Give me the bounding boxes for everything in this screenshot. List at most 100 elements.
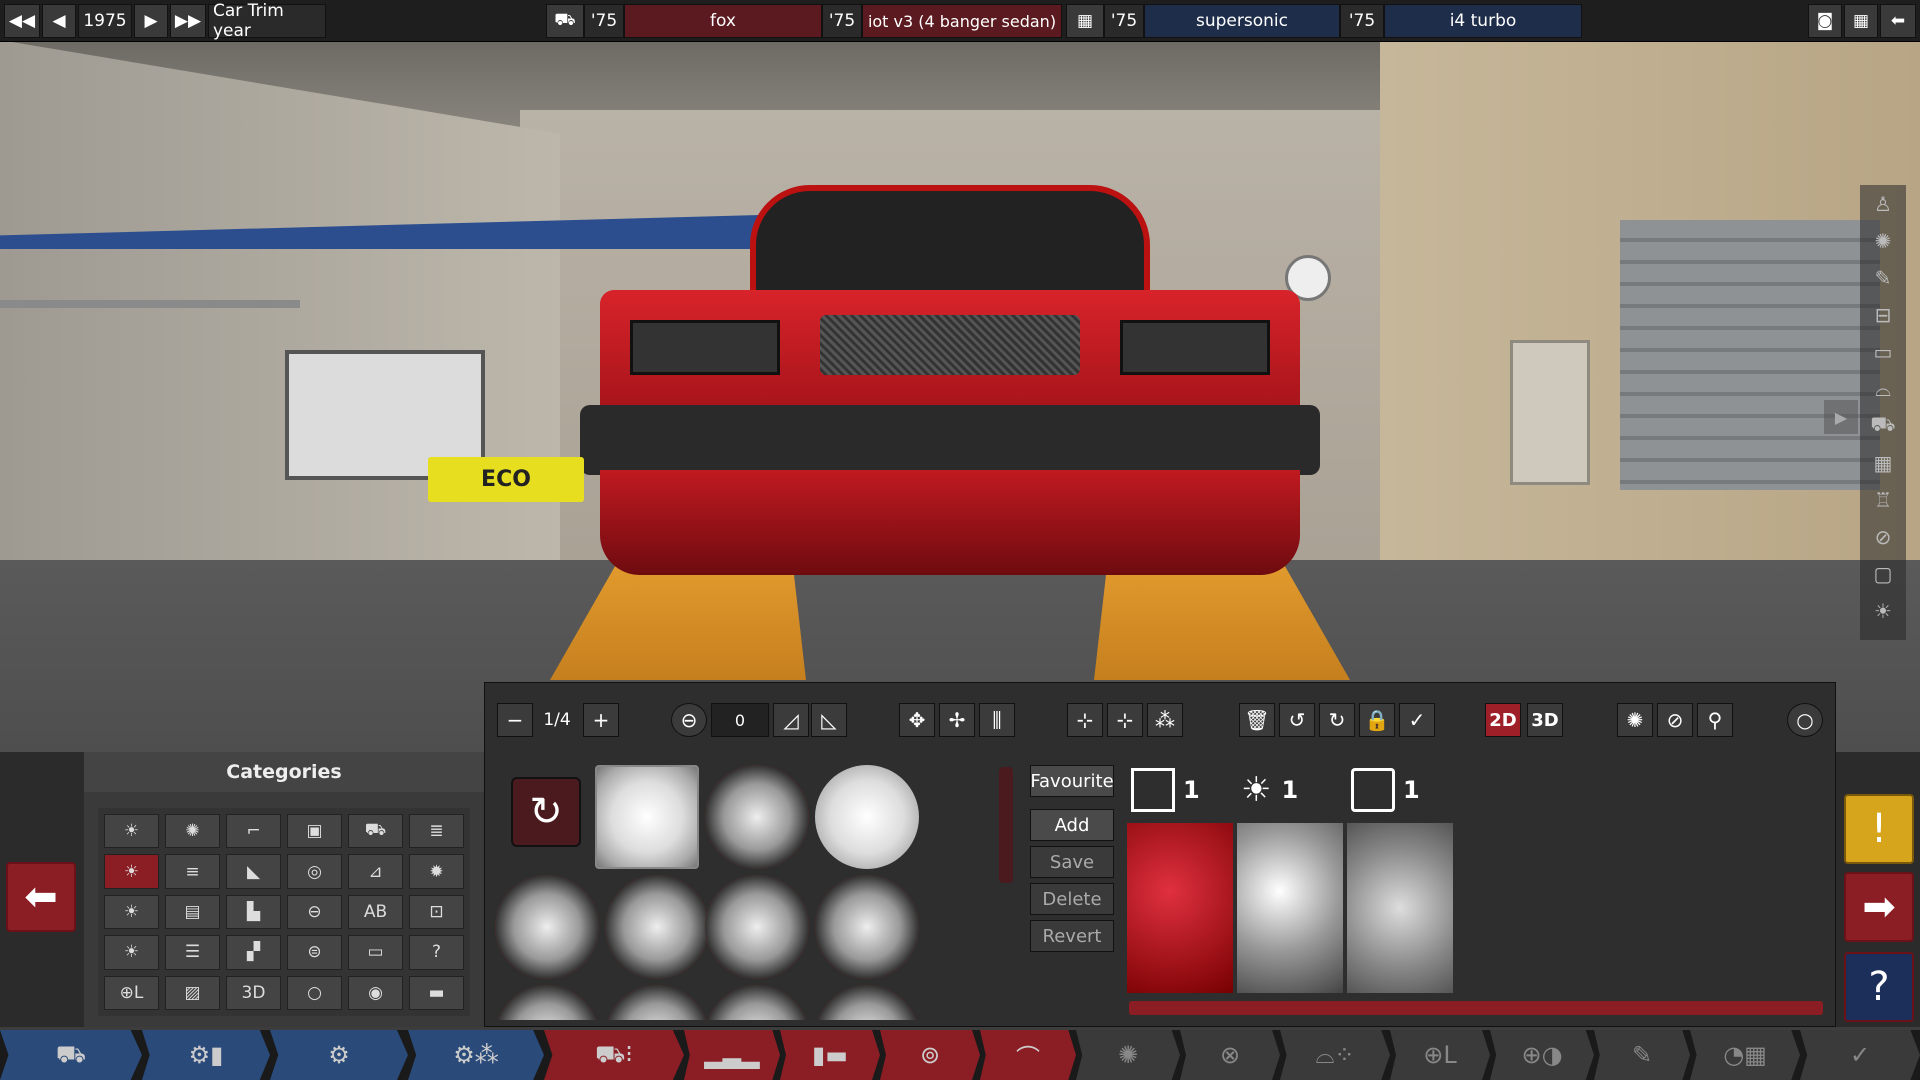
- panel-icon[interactable]: ▭: [1860, 333, 1906, 370]
- category-14[interactable]: ▤: [165, 894, 220, 930]
- light-icon[interactable]: ☀: [1860, 592, 1906, 629]
- mode-3d-button[interactable]: 3D: [1527, 703, 1563, 737]
- category-30[interactable]: ▬: [409, 975, 464, 1010]
- tail-light-left[interactable]: [630, 320, 780, 375]
- nav-car-icon[interactable]: ⛟: [0, 1030, 142, 1080]
- brush-icon[interactable]: ✎: [1860, 259, 1906, 296]
- fixture-3[interactable]: [815, 765, 919, 869]
- material-glass-swatch[interactable]: [1347, 823, 1453, 993]
- category-26[interactable]: ▨: [165, 975, 220, 1010]
- material-chrome-swatch[interactable]: [1237, 823, 1343, 993]
- category-circle[interactable]: ○: [287, 975, 342, 1010]
- category-5[interactable]: ⛟: [348, 814, 403, 849]
- fixture-2[interactable]: [705, 765, 809, 869]
- rotation-input[interactable]: 0: [711, 703, 769, 737]
- category-15[interactable]: ▙: [226, 894, 281, 930]
- skew-icon[interactable]: ◿: [773, 703, 809, 737]
- calculator-icon[interactable]: ▦: [1844, 4, 1878, 38]
- engine-name-field[interactable]: supersonic: [1144, 4, 1340, 38]
- category-19[interactable]: ☀: [104, 935, 159, 970]
- expand-arrow-icon[interactable]: ▶: [1824, 400, 1858, 434]
- category-29[interactable]: ◉: [348, 975, 403, 1010]
- category-13[interactable]: ☀: [104, 894, 159, 930]
- seat-icon[interactable]: ♖: [1860, 481, 1906, 518]
- help-button[interactable]: ?: [1844, 952, 1914, 1022]
- rewind-icon[interactable]: ◀◀: [4, 4, 40, 38]
- lock-icon[interactable]: 🔒: [1359, 703, 1395, 737]
- redo-icon[interactable]: ↻: [1319, 703, 1355, 737]
- category-22[interactable]: ⊜: [287, 935, 342, 970]
- previous-step-button[interactable]: ⬅: [6, 862, 76, 932]
- nav-interior-icon[interactable]: ▮▬: [780, 1030, 880, 1080]
- undo-icon[interactable]: ↺: [1279, 703, 1315, 737]
- category-23[interactable]: ▭: [348, 935, 403, 970]
- rear-grille[interactable]: [820, 315, 1080, 375]
- fixture-4[interactable]: [495, 875, 599, 979]
- place-multi-icon[interactable]: ⁂: [1147, 703, 1183, 737]
- category-3[interactable]: ⌐: [226, 814, 281, 849]
- camera-icon[interactable]: ◙: [1808, 4, 1842, 38]
- back-arrow-icon[interactable]: ⬅: [1880, 4, 1916, 38]
- move-vertical-icon[interactable]: ✥: [899, 703, 935, 737]
- check-icon[interactable]: ✓: [1399, 703, 1435, 737]
- gallery-scrollbar[interactable]: [999, 767, 1013, 883]
- rotate-reset-icon[interactable]: ⊖: [671, 703, 707, 737]
- square-icon[interactable]: ▢: [1860, 555, 1906, 592]
- trash-icon[interactable]: 🗑: [1239, 703, 1275, 737]
- tail-light-right[interactable]: [1120, 320, 1270, 375]
- corner-icon[interactable]: ◺: [811, 703, 847, 737]
- nav-suspension-icon[interactable]: ⚙: [270, 1030, 408, 1080]
- category-20[interactable]: ☰: [165, 935, 220, 970]
- material-scrollbar[interactable]: [1129, 1001, 1823, 1015]
- mirror-icon[interactable]: ⫼: [979, 703, 1015, 737]
- nav-chassis-icon[interactable]: ⚙▮: [142, 1030, 270, 1080]
- nav-tire-icon[interactable]: ✺: [1076, 1030, 1180, 1080]
- person-icon[interactable]: ♙: [1860, 185, 1906, 222]
- fixture-10[interactable]: [705, 985, 809, 1020]
- fixture-5[interactable]: [605, 875, 709, 979]
- nav-aero-icon[interactable]: ⌓⁘: [1280, 1030, 1390, 1080]
- hook-icon[interactable]: ⚲: [1697, 703, 1733, 737]
- variant-name-field[interactable]: i4 turbo: [1384, 4, 1582, 38]
- category-21[interactable]: ▞: [226, 935, 281, 970]
- favourite-button[interactable]: Favourite: [1030, 765, 1114, 797]
- no-icon[interactable]: ⊘: [1860, 518, 1906, 555]
- circle-icon[interactable]: ○: [1787, 703, 1823, 737]
- nav-steering-icon[interactable]: ⊕L: [1390, 1030, 1490, 1080]
- car-model-icon[interactable]: ⛟: [546, 4, 584, 38]
- place-alt-icon[interactable]: ⊹: [1107, 703, 1143, 737]
- fast-forward-icon[interactable]: ▶▶: [170, 4, 206, 38]
- plus-icon[interactable]: +: [583, 703, 619, 737]
- fixture-7[interactable]: [815, 875, 919, 979]
- revert-button[interactable]: Revert: [1030, 920, 1114, 952]
- category-6[interactable]: ≣: [409, 814, 464, 849]
- category-11[interactable]: ⊿: [348, 854, 403, 889]
- prev-icon[interactable]: ◀: [42, 4, 76, 38]
- fixture-8[interactable]: [495, 985, 599, 1020]
- delete-button[interactable]: Delete: [1030, 883, 1114, 915]
- fixture-1[interactable]: [595, 765, 699, 869]
- category-18[interactable]: ⊡: [409, 894, 464, 930]
- car-model[interactable]: [580, 185, 1320, 605]
- category-16[interactable]: ⊖: [287, 894, 342, 930]
- category-12[interactable]: ✹: [409, 854, 464, 889]
- nav-finish-icon[interactable]: ✓: [1800, 1030, 1920, 1080]
- no-snap-icon[interactable]: ⊘: [1657, 703, 1693, 737]
- add-button[interactable]: Add: [1030, 809, 1114, 841]
- nav-paint-icon[interactable]: ✎: [1594, 1030, 1690, 1080]
- next-step-button[interactable]: ➡: [1844, 872, 1914, 942]
- category-25[interactable]: ⊕L: [104, 975, 159, 1010]
- nav-lights-icon[interactable]: ⊚: [880, 1030, 980, 1080]
- category-4[interactable]: ▣: [287, 814, 342, 849]
- nav-trim-icon[interactable]: ▂▃▂: [684, 1030, 780, 1080]
- engine-icon[interactable]: ▦: [1066, 4, 1104, 38]
- category-9[interactable]: ◣: [226, 854, 281, 889]
- fixture-11[interactable]: [815, 985, 919, 1020]
- category-8[interactable]: ≡: [165, 854, 220, 889]
- mode-2d-button[interactable]: 2D: [1485, 703, 1521, 737]
- next-icon[interactable]: ▶: [134, 4, 168, 38]
- grid-icon[interactable]: ▦: [1860, 444, 1906, 481]
- category-light-selected[interactable]: ☀: [104, 854, 159, 889]
- nav-brakes-icon[interactable]: ⊗: [1180, 1030, 1280, 1080]
- move-horizontal-icon[interactable]: ✢: [939, 703, 975, 737]
